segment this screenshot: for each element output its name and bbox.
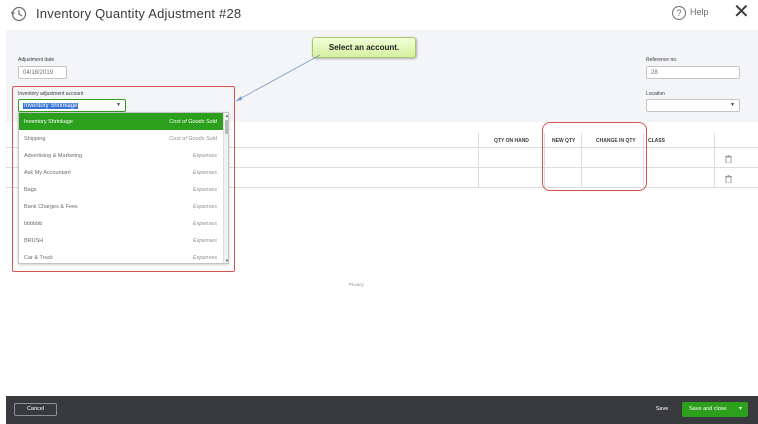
page-title: Inventory Quantity Adjustment #28 xyxy=(36,6,241,21)
adjustment-number: #28 xyxy=(219,6,242,21)
reference-input[interactable]: 28 xyxy=(646,66,740,79)
column-header-class: CLASS xyxy=(648,138,665,144)
privacy-link[interactable]: Privacy xyxy=(349,282,364,287)
highlight-box-qty-columns xyxy=(542,122,647,191)
chevron-down-icon[interactable]: ▾ xyxy=(739,405,742,412)
highlight-box-account xyxy=(12,86,235,272)
close-icon[interactable]: ✕ xyxy=(733,2,750,22)
history-icon[interactable] xyxy=(10,5,28,23)
help-icon[interactable]: ? xyxy=(672,6,686,20)
save-and-close-label: Save and close xyxy=(689,406,727,412)
help-link[interactable]: Help xyxy=(690,7,709,17)
reference-label: Reference no. xyxy=(646,57,678,63)
adjustment-date-label: Adjustment date xyxy=(18,57,55,63)
adjustment-date-input[interactable]: 04/18/2019 xyxy=(18,66,67,79)
trash-icon[interactable] xyxy=(725,175,732,183)
column-divider xyxy=(478,133,479,188)
column-header-qty-on-hand: QTY ON HAND xyxy=(494,138,529,144)
footer-bar: Cancel Save Save and close ▾ xyxy=(6,396,758,424)
callout-annotation: Select an account. xyxy=(312,37,416,58)
header-bar: Inventory Quantity Adjustment #28 ? Help… xyxy=(6,0,758,30)
title-text: Inventory Quantity Adjustment xyxy=(36,6,216,21)
trash-icon[interactable] xyxy=(725,155,732,163)
save-button[interactable]: Save xyxy=(646,403,678,416)
save-and-close-button[interactable]: Save and close ▾ xyxy=(682,402,748,417)
location-label: Location xyxy=(646,91,665,97)
adjustment-window: Inventory Quantity Adjustment #28 ? Help… xyxy=(6,0,758,424)
cancel-button[interactable]: Cancel xyxy=(14,403,57,416)
column-divider xyxy=(714,133,715,188)
chevron-down-icon[interactable]: ▼ xyxy=(730,102,735,108)
location-select[interactable]: ▼ xyxy=(646,99,740,112)
